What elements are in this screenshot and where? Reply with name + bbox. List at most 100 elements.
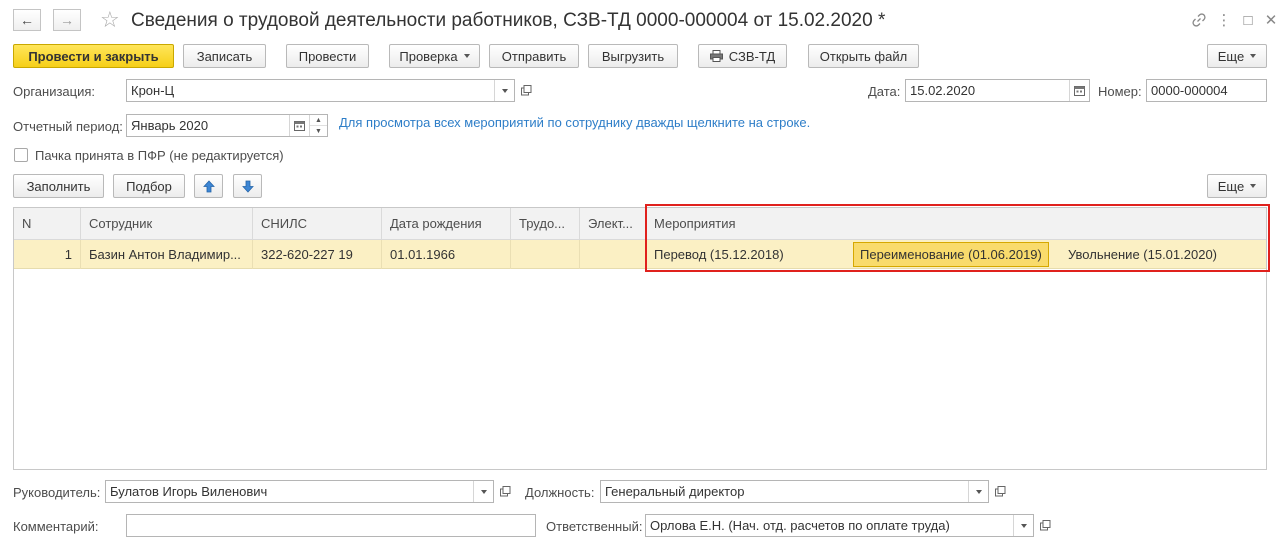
chevron-down-icon [1020,523,1027,528]
comment-label: Комментарий: [13,519,99,534]
organization-dropdown[interactable] [494,80,514,101]
date-label: Дата: [868,84,901,99]
header-birth-date[interactable]: Дата рождения [382,208,511,240]
head-field[interactable]: Булатов Игорь Виленович [105,480,494,503]
header-employee[interactable]: Сотрудник [81,208,253,240]
responsible-dropdown[interactable] [1013,515,1033,536]
window-title: Сведения о трудовой деятельности работни… [131,10,886,31]
arrow-up-icon [202,179,215,192]
header-electronic[interactable]: Элект... [580,208,646,240]
chevron-down-icon [480,489,487,494]
open-file-button[interactable]: Открыть файл [808,44,919,68]
responsible-field[interactable]: Орлова Е.Н. (Нач. отд. расчетов по оплат… [645,514,1034,537]
export-button[interactable]: Выгрузить [588,44,678,68]
head-value: Булатов Игорь Виленович [110,484,268,499]
chevron-down-icon [975,489,982,494]
period-value: Январь 2020 [131,118,209,133]
arrow-right-icon: → [60,12,74,28]
spin-down-icon[interactable]: ▼ [310,125,327,136]
date-field[interactable]: 15.02.2020 [905,79,1090,102]
chevron-down-icon [1250,54,1257,58]
open-window-icon [499,486,510,497]
print-szv-button[interactable]: СЗВ-ТД [698,44,787,68]
print-szv-label: СЗВ-ТД [728,48,776,64]
calendar-icon[interactable] [1069,80,1089,101]
maximize-icon[interactable]: □ [1238,10,1258,30]
table-header: N Сотрудник СНИЛС Дата рождения Трудо...… [14,208,1266,240]
comment-field[interactable] [126,514,536,537]
calendar-icon[interactable] [289,115,309,136]
post-button[interactable]: Провести [286,44,369,68]
arrow-down-icon [241,180,254,193]
chevron-down-icon [1250,184,1257,188]
menu-more-icon[interactable]: ⋮ [1214,10,1234,30]
position-field[interactable]: Генеральный директор [600,480,989,503]
event-dismissal[interactable]: Увольнение (15.01.2020) [1068,240,1217,269]
responsible-value: Орлова Е.Н. (Нач. отд. расчетов по оплат… [650,518,950,533]
head-label: Руководитель: [13,485,101,500]
check-dropdown-button[interactable]: Проверка [389,44,480,68]
cell-electronic[interactable] [580,240,646,269]
accepted-pfr-label: Пачка принята в ПФР (не редактируется) [35,148,284,163]
period-spinner[interactable]: ▲ ▼ [309,115,327,136]
header-labor-activity[interactable]: Трудо... [511,208,580,240]
open-window-icon [994,486,1005,497]
accepted-pfr-checkbox[interactable] [14,148,28,162]
cell-birth-date[interactable]: 01.01.1966 [382,240,511,269]
number-field[interactable]: 0000-000004 [1146,79,1267,102]
check-label: Проверка [399,48,458,64]
organization-value: Крон-Ц [131,83,175,98]
spin-up-icon[interactable]: ▲ [310,115,327,125]
table-row[interactable]: 1 Базин Антон Владимир... 322-620-227 19… [14,240,1266,269]
printer-icon [709,50,723,62]
table-more-label: Еще [1217,178,1245,194]
number-label: Номер: [1098,84,1142,99]
open-window-icon [1039,520,1050,531]
position-dropdown[interactable] [968,481,988,502]
arrow-left-icon: ← [20,12,34,28]
organization-field[interactable]: Крон-Ц [126,79,515,102]
chevron-down-icon [463,54,470,58]
favorite-star-icon[interactable]: ☆ [100,8,120,32]
cell-labor-activity[interactable] [511,240,580,269]
position-open-button[interactable] [990,480,1010,503]
header-snils[interactable]: СНИЛС [253,208,382,240]
employees-table[interactable]: N Сотрудник СНИЛС Дата рождения Трудо...… [13,207,1267,470]
chevron-down-icon [501,88,508,93]
save-button[interactable]: Записать [183,44,266,68]
double-click-hint: Для просмотра всех мероприятий по сотруд… [339,115,811,130]
table-more-dropdown-button[interactable]: Еще [1207,174,1267,198]
select-button[interactable]: Подбор [113,174,185,198]
event-transfer[interactable]: Перевод (15.12.2018) [654,240,784,269]
close-icon[interactable]: ✕ [1261,10,1281,30]
forward-button[interactable]: → [53,9,81,31]
post-and-close-button[interactable]: Провести и закрыть [13,44,174,68]
cell-snils[interactable]: 322-620-227 19 [253,240,382,269]
fill-button[interactable]: Заполнить [13,174,104,198]
organization-label: Организация: [13,84,96,99]
move-down-button[interactable] [233,174,262,198]
send-button[interactable]: Отправить [489,44,579,68]
more-dropdown-button[interactable]: Еще [1207,44,1267,68]
period-label: Отчетный период: [13,119,123,134]
position-label: Должность: [525,485,595,500]
open-window-icon [520,85,531,96]
more-label: Еще [1217,48,1245,64]
responsible-open-button[interactable] [1035,514,1055,537]
head-dropdown[interactable] [473,481,493,502]
header-events[interactable]: Мероприятия [646,208,1266,240]
event-rename[interactable]: Переименование (01.06.2019) [853,242,1049,267]
cell-n[interactable]: 1 [14,240,81,269]
number-value: 0000-000004 [1151,83,1228,98]
period-field[interactable]: Январь 2020 ▲ ▼ [126,114,328,137]
organization-open-button[interactable] [516,79,536,102]
date-value: 15.02.2020 [910,83,976,98]
cell-employee[interactable]: Базин Антон Владимир... [81,240,253,269]
responsible-label: Ответственный: [546,519,643,534]
back-button[interactable]: ← [13,9,41,31]
head-open-button[interactable] [495,480,515,503]
position-value: Генеральный директор [605,484,745,499]
move-up-button[interactable] [194,174,223,198]
header-n[interactable]: N [14,208,81,240]
link-icon[interactable] [1189,10,1209,30]
